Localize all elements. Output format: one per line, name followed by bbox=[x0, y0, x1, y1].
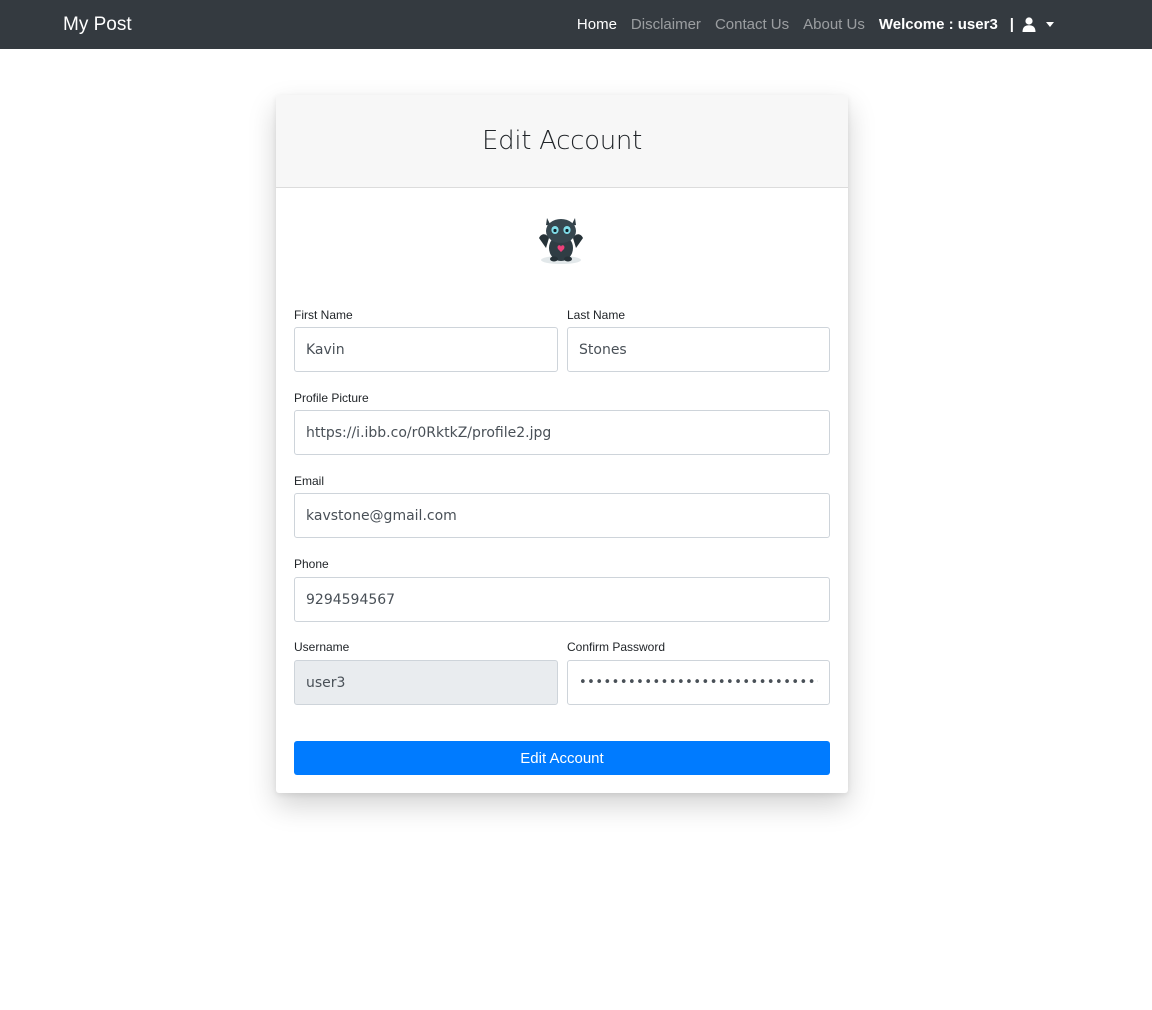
username-input[interactable] bbox=[294, 660, 558, 705]
nav-links: Home Disclaimer Contact Us About Us Welc… bbox=[577, 16, 1089, 33]
avatar bbox=[534, 208, 588, 266]
first-name-label: First Name bbox=[294, 308, 353, 322]
card-header: Edit Account bbox=[276, 95, 848, 188]
top-navbar: My Post Home Disclaimer Contact Us About… bbox=[0, 0, 1152, 49]
first-name-input[interactable] bbox=[294, 327, 558, 372]
email-label: Email bbox=[294, 474, 325, 488]
last-name-input[interactable] bbox=[567, 327, 830, 372]
brand-link[interactable]: My Post bbox=[63, 14, 132, 36]
nav-disclaimer-link[interactable]: Disclaimer bbox=[631, 16, 701, 33]
email-input[interactable] bbox=[294, 493, 830, 538]
user-dropdown-toggle[interactable] bbox=[1022, 17, 1054, 32]
phone-label: Phone bbox=[294, 557, 329, 571]
page-title: Edit Account bbox=[482, 126, 642, 156]
edit-account-card: Edit Account First Name Last Name Profil… bbox=[276, 95, 848, 793]
welcome-text: Welcome : user3 bbox=[878, 16, 998, 33]
username-label: Username bbox=[294, 640, 350, 654]
nav-home-link[interactable]: Home bbox=[577, 16, 617, 33]
confirm-password-label: Confirm Password bbox=[567, 640, 666, 654]
chevron-down-icon bbox=[1046, 22, 1054, 27]
confirm-password-input[interactable] bbox=[567, 660, 830, 705]
profile-picture-input[interactable] bbox=[294, 410, 830, 455]
edit-account-button[interactable]: Edit Account bbox=[294, 741, 830, 775]
nav-about-link[interactable]: About Us bbox=[803, 16, 865, 33]
user-icon bbox=[1022, 17, 1036, 32]
nav-separator: | bbox=[1009, 16, 1014, 33]
phone-input[interactable] bbox=[294, 577, 830, 622]
last-name-label: Last Name bbox=[567, 308, 626, 322]
profile-picture-label: Profile Picture bbox=[294, 391, 369, 405]
nav-contact-link[interactable]: Contact Us bbox=[715, 16, 789, 33]
dragon-avatar-image bbox=[539, 218, 583, 264]
